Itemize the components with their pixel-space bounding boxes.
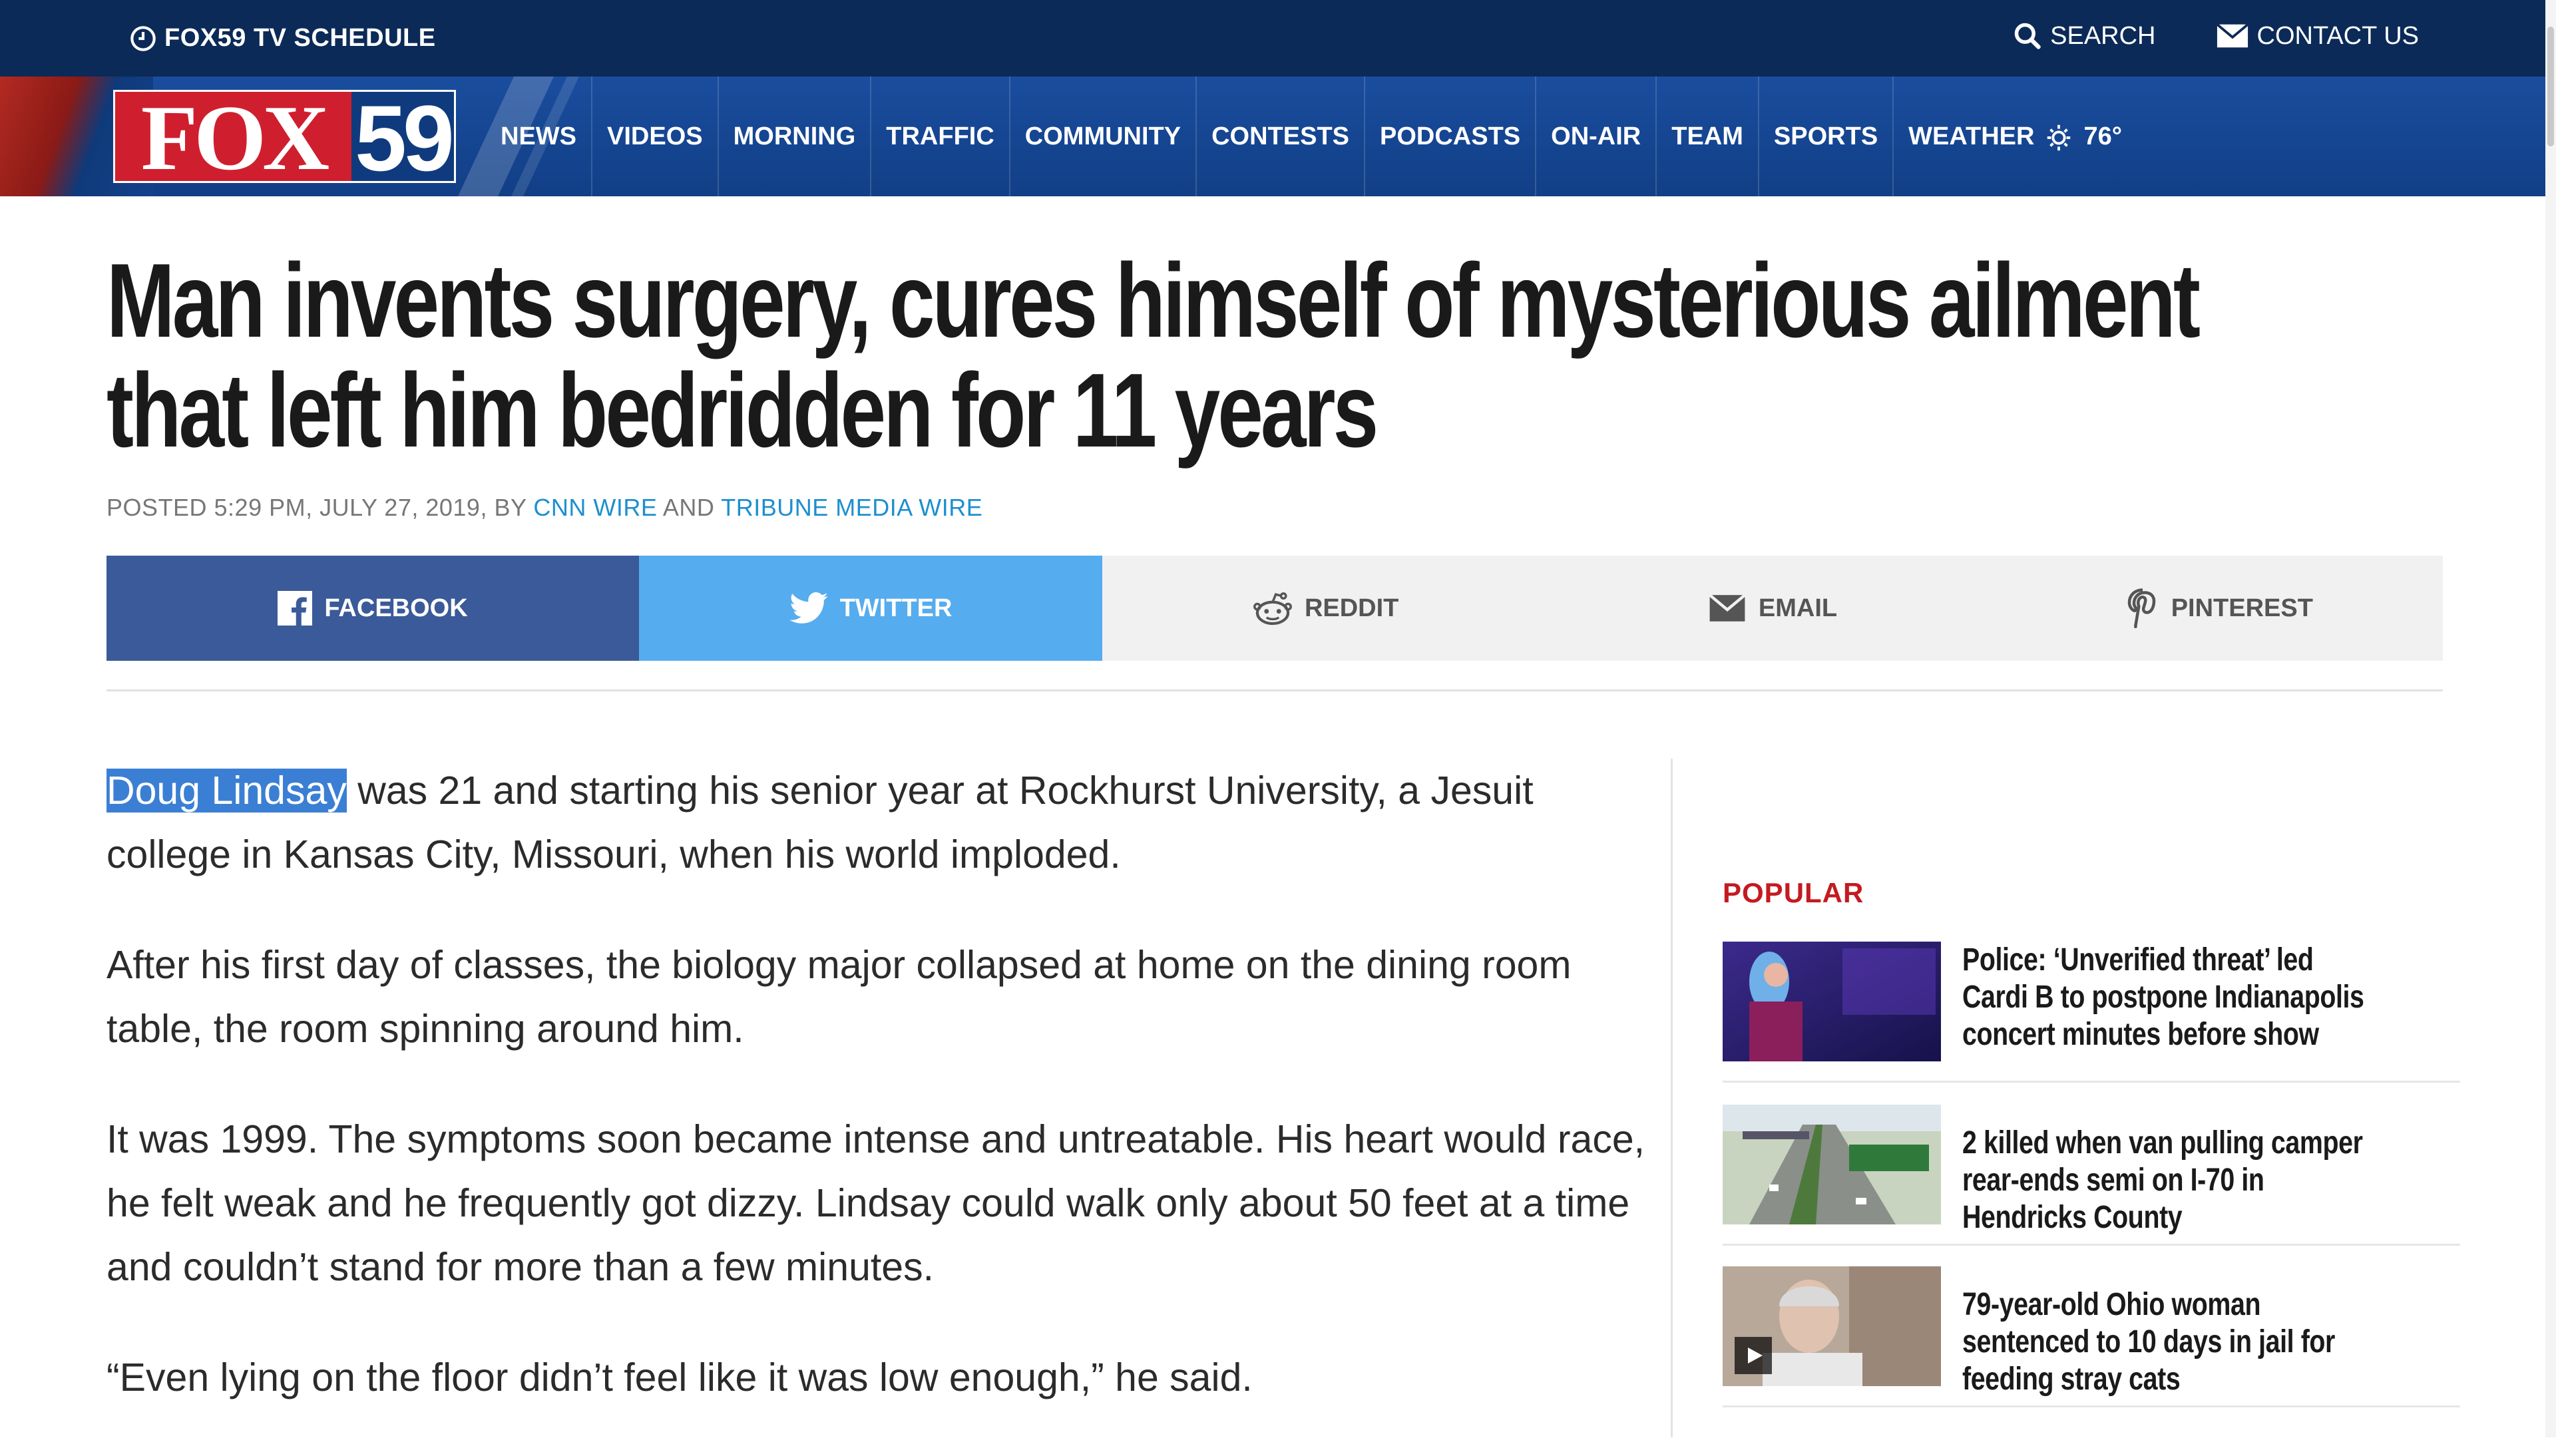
popular-thumbnail — [1723, 1105, 1941, 1224]
email-icon — [1709, 594, 1746, 622]
pinterest-label: PINTEREST — [2171, 594, 2313, 622]
paragraph: After his first day of classes, the biol… — [106, 943, 1572, 1051]
divider — [106, 689, 2443, 691]
clock-icon — [130, 25, 156, 51]
popular-item[interactable]: 79-year-old Ohio woman sentenced to 10 d… — [1723, 1266, 2460, 1407]
share-bar: FACEBOOK TWITTER REDDIT EMAIL PINTEREST — [106, 556, 2443, 661]
nav-news[interactable]: NEWS — [486, 77, 592, 196]
twitter-label: TWITTER — [839, 594, 953, 622]
popular-thumbnail — [1723, 942, 1941, 1061]
popular-item[interactable]: Police: ‘Unverified threat’ led Cardi B … — [1723, 942, 2460, 1083]
contact-link[interactable]: CONTACT US — [2216, 21, 2420, 51]
author-link-cnn[interactable]: CNN WIRE — [533, 494, 657, 521]
logo-number: 59 — [351, 92, 455, 185]
fox59-logo[interactable]: FOX 59 — [113, 90, 456, 185]
nav-team[interactable]: TEAM — [1657, 77, 1759, 196]
weather-temp: 76° — [2083, 122, 2122, 150]
logo-fox: FOX — [115, 92, 351, 185]
selected-text[interactable]: Doug Lindsay — [106, 769, 347, 813]
popular-item[interactable]: 2 killed when van pulling camper rear-en… — [1723, 1105, 2460, 1246]
tv-schedule-link[interactable]: FOX59 TV SCHEDULE — [130, 24, 436, 53]
email-label: EMAIL — [1758, 594, 1838, 622]
reddit-icon — [1253, 592, 1292, 626]
share-twitter-button[interactable]: TWITTER — [639, 556, 1102, 661]
nav-traffic[interactable]: TRAFFIC — [871, 77, 1010, 196]
nav-on-air[interactable]: ON-AIR — [1536, 77, 1657, 196]
facebook-icon — [278, 591, 313, 626]
popular-title: Police: ‘Unverified threat’ led Cardi B … — [1962, 942, 2364, 1052]
author-link-tribune[interactable]: TRIBUNE MEDIA WIRE — [721, 494, 982, 521]
scrollbar[interactable] — [2545, 0, 2556, 1437]
main-nav: FOX 59 NEWS VIDEOS MORNING TRAFFIC COMMU… — [0, 77, 2545, 196]
share-pinterest-button[interactable]: PINTEREST — [1996, 556, 2443, 661]
byline-posted: POSTED 5:29 PM, JULY 27, 2019, BY — [106, 494, 527, 521]
scrollbar-thumb[interactable] — [2547, 27, 2554, 146]
search-link[interactable]: SEARCH — [2013, 21, 2156, 51]
column-divider — [1671, 759, 1673, 1437]
weather-label: WEATHER — [1908, 122, 2035, 150]
nav-morning[interactable]: MORNING — [719, 77, 872, 196]
share-email-button[interactable]: EMAIL — [1549, 556, 1996, 661]
nav-weather[interactable]: WEATHER 76° — [1894, 77, 2137, 196]
popular-thumbnail — [1723, 1266, 1941, 1386]
nav-community[interactable]: COMMUNITY — [1010, 77, 1197, 196]
popular-title: 79-year-old Ohio woman sentenced to 10 d… — [1962, 1287, 2335, 1397]
article-body: Doug Lindsay was 21 and starting his sen… — [106, 759, 1664, 1456]
facebook-label: FACEBOOK — [324, 594, 468, 622]
share-reddit-button[interactable]: REDDIT — [1102, 556, 1549, 661]
envelope-icon — [2216, 23, 2248, 48]
search-icon — [2014, 23, 2041, 49]
popular-heading: POPULAR — [1723, 877, 1864, 908]
popular-title: 2 killed when van pulling camper rear-en… — [1962, 1125, 2363, 1235]
tv-schedule-label: FOX59 TV SCHEDULE — [164, 24, 436, 52]
nav-contests[interactable]: CONTESTS — [1197, 77, 1366, 196]
paragraph: “Even lying on the floor didn’t feel lik… — [106, 1356, 1253, 1399]
reddit-label: REDDIT — [1304, 594, 1399, 622]
search-label: SEARCH — [2050, 21, 2156, 50]
twitter-icon — [789, 592, 828, 624]
sun-icon — [2047, 124, 2071, 151]
contact-label: CONTACT US — [2256, 21, 2420, 50]
byline: POSTED 5:29 PM, JULY 27, 2019, BY CNN WI… — [106, 494, 982, 522]
paragraph: Doug Lindsay was 21 and starting his sen… — [106, 759, 1664, 886]
paragraph: It was 1999. The symptoms soon became in… — [106, 1117, 1645, 1289]
nav-sports[interactable]: SPORTS — [1759, 77, 1894, 196]
nav-podcasts[interactable]: PODCASTS — [1365, 77, 1537, 196]
pinterest-icon — [2127, 588, 2155, 628]
byline-and: AND — [662, 494, 715, 521]
nav-videos[interactable]: VIDEOS — [592, 77, 719, 196]
play-icon[interactable] — [1735, 1337, 1772, 1374]
share-facebook-button[interactable]: FACEBOOK — [106, 556, 639, 661]
article-headline: Man invents surgery, cures himself of my… — [106, 242, 2201, 469]
top-utility-bar: FOX59 TV SCHEDULE SEARCH CONTACT US — [0, 0, 2545, 77]
